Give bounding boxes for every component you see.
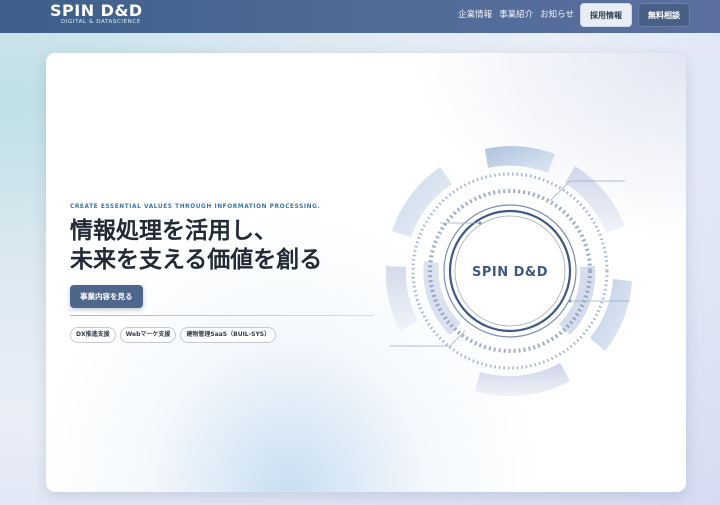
nav-link-company[interactable]: 企業情報: [458, 4, 492, 26]
nav-link-news[interactable]: お知らせ: [540, 4, 574, 26]
service-tags: DX推進支援 Webマーケ支援 建物管理SaaS（BUIL-SYS）: [70, 327, 277, 343]
spin-emblem-graphic: SPIN D&D: [386, 146, 632, 397]
emblem-wordmark: SPIN D&D: [472, 265, 548, 280]
hero-eyebrow: CREATE ESSENTIAL VALUES THROUGH INFORMAT…: [70, 204, 321, 210]
recruit-button[interactable]: 採用情報: [580, 3, 632, 27]
site-header: SPIN D&D DIGITAL & DATASCIENCE 企業情報 事業紹介…: [0, 0, 720, 33]
nav-link-services[interactable]: 事業紹介: [499, 4, 533, 26]
hero-headline: 情報処理を活用し、 未来を支える価値を創る: [70, 217, 322, 275]
tag-dx-support: DX推進支援: [70, 327, 116, 343]
hero-divider: [70, 315, 374, 316]
site-logo[interactable]: SPIN D&D DIGITAL & DATASCIENCE: [50, 1, 143, 26]
tag-building-saas: 建物管理SaaS（BUIL-SYS）: [180, 327, 277, 343]
hero-headline-line-2: 未来を支える価値を創る: [70, 247, 323, 273]
hero-card: CREATE ESSENTIAL VALUES THROUGH INFORMAT…: [46, 53, 686, 492]
logo-tagline: DIGITAL & DATASCIENCE: [61, 19, 141, 25]
main-nav: 企業情報 事業紹介 お知らせ 採用情報 無料相談: [451, 3, 690, 27]
tag-web-marketing: Webマーケ支援: [119, 327, 177, 343]
free-consultation-button[interactable]: 無料相談: [638, 3, 690, 27]
hero-headline-line-1: 情報処理を活用し、: [70, 218, 277, 244]
view-services-button[interactable]: 事業内容を見る: [70, 285, 143, 308]
logo-wordmark: SPIN D&D: [50, 1, 143, 20]
